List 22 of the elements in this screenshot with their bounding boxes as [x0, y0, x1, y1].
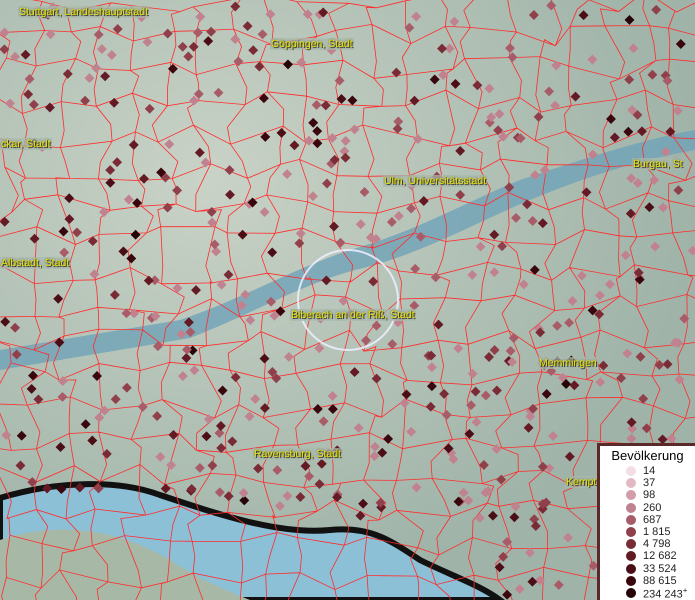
legend-label: 687	[643, 514, 662, 526]
legend-label: 37	[643, 477, 656, 490]
place-label: ckar, Stadt	[0, 138, 52, 150]
legend-label: 4 798	[643, 538, 671, 550]
place-label: Stuttgart, Landeshauptstadt	[18, 6, 150, 18]
place-label: Ravensburg, Stadt	[253, 448, 342, 460]
place-label: Burgau, St	[632, 158, 684, 170]
legend-label: 98	[643, 489, 656, 502]
legend-label: 12 682	[643, 550, 677, 562]
legend-label: 14	[643, 465, 656, 478]
place-label: Albstadt, Stadt	[0, 257, 70, 269]
place-label: Kempt	[565, 476, 598, 488]
place-label: Biberach an der Riß, Stadt	[290, 309, 416, 321]
legend-label: 260	[643, 502, 662, 514]
place-label: Ulm, Universitätsstadt	[383, 175, 488, 187]
legend-label: 234 243$^{+}$	[643, 585, 688, 600]
legend-label: 1 815	[643, 526, 671, 538]
legend-label: 33 524	[643, 562, 677, 575]
place-label: Göppingen, Stadt	[270, 38, 354, 50]
legend-title: Bevölkerung	[610, 448, 685, 463]
legend-label: 88 615	[643, 574, 677, 587]
place-label: Memmingen	[538, 357, 598, 369]
